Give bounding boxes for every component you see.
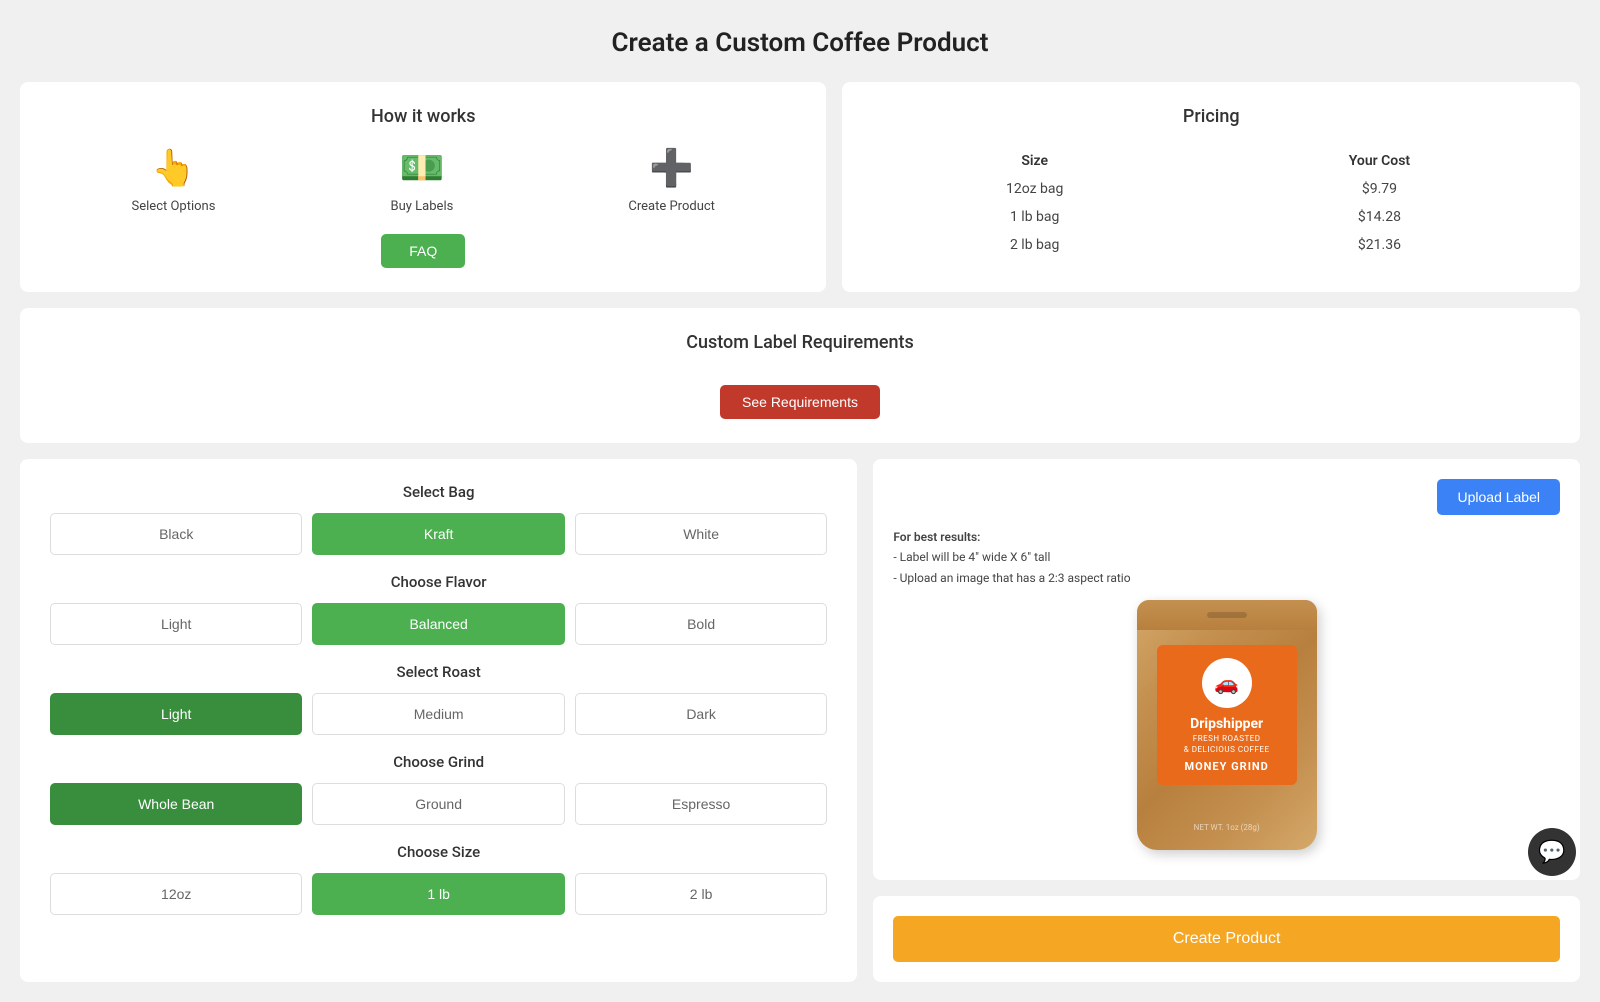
roast-option-medium[interactable]: Medium	[312, 693, 564, 735]
label-roasted: FRESH ROASTED	[1193, 734, 1261, 743]
pricing-row-1lb: 1 lb bag $14.28	[866, 203, 1556, 231]
label-product: MONEY GRIND	[1184, 760, 1268, 773]
bag-bottom-text: NET WT. 1oz (28g)	[1137, 823, 1317, 832]
step-select-options: 👆 Select Options	[132, 147, 216, 214]
grind-options: Whole Bean Ground Espresso	[50, 783, 827, 825]
create-product-icon: ➕	[649, 147, 694, 189]
pricing-cost-12oz: $9.79	[1203, 175, 1556, 203]
best-results-heading: For best results:	[893, 530, 980, 544]
step-buy-labels-label: Buy Labels	[391, 199, 454, 214]
grind-option-wholebean[interactable]: Whole Bean	[50, 783, 302, 825]
chat-icon: 💬	[1538, 840, 1565, 865]
options-card: Select Bag Black Kraft White Choose Flav…	[20, 459, 857, 982]
choose-grind-group: Choose Grind Whole Bean Ground Espresso	[50, 753, 827, 825]
pricing-table: Size Your Cost 12oz bag $9.79 1 lb bag $…	[866, 147, 1556, 259]
label-brand: Dripshipper	[1190, 716, 1263, 732]
label-logo-icon: 🚗	[1214, 671, 1239, 695]
bag-option-kraft[interactable]: Kraft	[312, 513, 564, 555]
size-option-1lb[interactable]: 1 lb	[312, 873, 564, 915]
pricing-cost-2lb: $21.36	[1203, 231, 1556, 259]
see-requirements-button[interactable]: See Requirements	[720, 385, 880, 419]
best-results-point-2: - Upload an image that has a 2:3 aspect …	[893, 571, 1130, 585]
pricing-size-1lb: 1 lb bag	[866, 203, 1202, 231]
step-select-options-label: Select Options	[132, 199, 216, 214]
buy-labels-icon: 💵	[400, 147, 445, 189]
bag-shape: 🚗 Dripshipper FRESH ROASTED & DELICIOUS …	[1137, 600, 1317, 850]
select-options-icon: 👆	[151, 147, 196, 189]
steps-container: 👆 Select Options 💵 Buy Labels ➕ Create P…	[44, 147, 802, 214]
pricing-size-12oz: 12oz bag	[866, 175, 1202, 203]
size-option-12oz[interactable]: 12oz	[50, 873, 302, 915]
pricing-header-cost: Your Cost	[1203, 147, 1556, 175]
pricing-row-2lb: 2 lb bag $21.36	[866, 231, 1556, 259]
custom-label-title: Custom Label Requirements	[44, 332, 1556, 353]
select-roast-group: Select Roast Light Medium Dark	[50, 663, 827, 735]
size-options: 12oz 1 lb 2 lb	[50, 873, 827, 915]
page-title: Create a Custom Coffee Product	[20, 28, 1580, 58]
grind-option-ground[interactable]: Ground	[312, 783, 564, 825]
bag-label: 🚗 Dripshipper FRESH ROASTED & DELICIOUS …	[1157, 645, 1297, 785]
grind-option-espresso[interactable]: Espresso	[575, 783, 827, 825]
flavor-option-balanced[interactable]: Balanced	[312, 603, 564, 645]
pricing-row-12oz: 12oz bag $9.79	[866, 175, 1556, 203]
select-bag-title: Select Bag	[50, 483, 827, 501]
pricing-cost-1lb: $14.28	[1203, 203, 1556, 231]
pricing-title: Pricing	[866, 106, 1556, 127]
select-roast-title: Select Roast	[50, 663, 827, 681]
bag-options: Black Kraft White	[50, 513, 827, 555]
upload-label-button[interactable]: Upload Label	[1437, 479, 1560, 515]
coffee-bag-preview: 🚗 Dripshipper FRESH ROASTED & DELICIOUS …	[893, 600, 1560, 860]
choose-size-title: Choose Size	[50, 843, 827, 861]
bag-top	[1137, 600, 1317, 630]
best-results-text: For best results: - Label will be 4" wid…	[893, 527, 1560, 588]
choose-flavor-title: Choose Flavor	[50, 573, 827, 591]
how-it-works-card: How it works 👆 Select Options 💵 Buy Labe…	[20, 82, 826, 292]
roast-option-light[interactable]: Light	[50, 693, 302, 735]
create-product-card: Create Product	[873, 896, 1580, 982]
choose-grind-title: Choose Grind	[50, 753, 827, 771]
pricing-header-size: Size	[866, 147, 1202, 175]
pricing-size-2lb: 2 lb bag	[866, 231, 1202, 259]
best-results-point-1: - Label will be 4" wide X 6" tall	[893, 550, 1050, 564]
faq-button[interactable]: FAQ	[381, 234, 465, 268]
flavor-options: Light Balanced Bold	[50, 603, 827, 645]
preview-card: Upload Label For best results: - Label w…	[873, 459, 1580, 880]
label-subtitle: & DELICIOUS COFFEE	[1184, 745, 1270, 754]
step-buy-labels: 💵 Buy Labels	[391, 147, 454, 214]
roast-option-dark[interactable]: Dark	[575, 693, 827, 735]
bag-option-black[interactable]: Black	[50, 513, 302, 555]
choose-size-group: Choose Size 12oz 1 lb 2 lb	[50, 843, 827, 915]
pricing-card: Pricing Size Your Cost 12oz bag $9.79 1 …	[842, 82, 1580, 292]
flavor-option-bold[interactable]: Bold	[575, 603, 827, 645]
label-logo-circle: 🚗	[1202, 658, 1252, 708]
flavor-option-light[interactable]: Light	[50, 603, 302, 645]
chat-bubble[interactable]: 💬	[1528, 828, 1576, 876]
bag-seal	[1207, 612, 1247, 618]
step-create-product-label: Create Product	[628, 199, 715, 214]
how-it-works-title: How it works	[44, 106, 802, 127]
custom-label-card: Custom Label Requirements See Requiremen…	[20, 308, 1580, 443]
size-option-2lb[interactable]: 2 lb	[575, 873, 827, 915]
preview-top: Upload Label	[893, 479, 1560, 515]
roast-options: Light Medium Dark	[50, 693, 827, 735]
select-bag-group: Select Bag Black Kraft White	[50, 483, 827, 555]
bag-option-white[interactable]: White	[575, 513, 827, 555]
step-create-product: ➕ Create Product	[628, 147, 715, 214]
create-product-button[interactable]: Create Product	[893, 916, 1560, 962]
bag-container: 🚗 Dripshipper FRESH ROASTED & DELICIOUS …	[1127, 600, 1327, 860]
choose-flavor-group: Choose Flavor Light Balanced Bold	[50, 573, 827, 645]
